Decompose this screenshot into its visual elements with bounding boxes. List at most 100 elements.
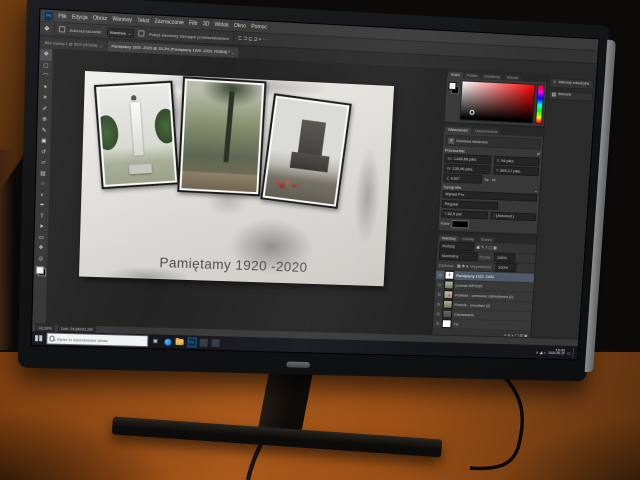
menu-obraz[interactable]: Obraz: [93, 15, 107, 22]
x-field[interactable]: X:94 piks.: [493, 156, 539, 166]
file-explorer-icon[interactable]: [175, 337, 184, 346]
panels-column: Kolor Próbki Gradienty Wzorki: [432, 69, 548, 338]
zoom-tool[interactable]: ◎: [35, 253, 47, 264]
marquee-tool[interactable]: ▢: [40, 60, 52, 71]
foreground-color[interactable]: [35, 266, 43, 274]
photoshop-taskbar-icon[interactable]: Ps: [187, 338, 196, 347]
layer-filter-select[interactable]: Rodzaj: [439, 241, 474, 251]
brush-tool[interactable]: ✎: [38, 125, 50, 136]
libraries-panel-button[interactable]: ▤ Biblioteki: [548, 90, 593, 102]
layer-thumbnail: T: [444, 271, 454, 280]
fill-field[interactable]: 100%: [495, 263, 517, 272]
angle-field[interactable]: ∠0,00°: [443, 173, 482, 183]
visibility-eye-icon[interactable]: ⊙: [437, 292, 442, 297]
layer-thumbnail: [444, 280, 454, 289]
color-picker-marker[interactable]: [469, 110, 474, 115]
menu-okno[interactable]: Okno: [234, 22, 246, 29]
color-swatches[interactable]: [35, 266, 46, 276]
blend-mode-select[interactable]: Normalny: [439, 251, 478, 261]
layer-filter-icons[interactable]: ▣ ✎ T ▢ ▦: [476, 244, 497, 250]
system-tray[interactable]: ∧ ◢ ♫ 15:43 2020-09-15 ▭: [535, 346, 575, 358]
canvas-area[interactable]: Pamiętamy 1920 -2020: [47, 49, 447, 335]
learn-panel-button[interactable]: ☼ Materiały edukacyjne: [549, 78, 594, 90]
lasso-tool[interactable]: ⌒: [40, 71, 52, 82]
autoselect-label: Autozaznaczanie:: [69, 27, 102, 34]
y-field[interactable]: Y:899,17 piks.: [493, 166, 539, 176]
blur-tool[interactable]: ○: [37, 179, 49, 190]
hue-slider[interactable]: [535, 84, 544, 124]
pinned-app-icon[interactable]: [211, 338, 220, 347]
autoselect-target-select[interactable]: Warstwa⌄: [107, 27, 135, 38]
fill-label: Wypełnienie:: [470, 264, 492, 270]
layer-thumbnail: [443, 290, 453, 299]
panel-color-swatches[interactable]: [447, 80, 460, 120]
lock-icons[interactable]: ▦ ✥ ●: [457, 263, 469, 268]
eraser-tool[interactable]: ▱: [37, 157, 49, 168]
leading-field[interactable]: ↕(Automat.): [490, 211, 536, 221]
text-color-label: Kolor: [441, 221, 450, 226]
menu-tekst[interactable]: Tekst: [137, 17, 149, 24]
menu-pomoc[interactable]: Pomoc: [251, 23, 267, 30]
shape-tool[interactable]: ▭: [35, 232, 47, 243]
font-size-field[interactable]: T62,5 pkt: [441, 209, 488, 219]
menu-plik[interactable]: Plik: [58, 13, 67, 20]
taskbar-clock[interactable]: 15:43 2020-09-15: [548, 348, 565, 356]
taskbar-search-input[interactable]: Wpisz tu wyszukiwane słowa: [46, 332, 148, 347]
menu-3d[interactable]: 3D: [203, 21, 210, 28]
layers-panel-body: Rodzaj ▣ ✎ T ▢ ▦ Normalny Krycie: 100% Z…: [432, 241, 536, 342]
hand-tool[interactable]: ❖: [35, 243, 47, 254]
close-icon[interactable]: ×: [100, 43, 103, 48]
visibility-eye-icon[interactable]: ⊙: [435, 311, 440, 316]
clone-stamp-tool[interactable]: ▣: [38, 136, 50, 147]
width-field[interactable]: Sz:1436,68 piks.: [444, 153, 491, 163]
action-center-icon[interactable]: ▭: [567, 350, 571, 355]
path-select-tool[interactable]: ➤: [36, 222, 48, 233]
foreground-color[interactable]: [448, 82, 456, 90]
chevron-down-icon: ⌄: [534, 187, 538, 192]
reset-icon[interactable]: ↺: [537, 152, 541, 157]
ratio-lock-label[interactable]: Sz : W: [484, 177, 496, 182]
type-tool[interactable]: T: [36, 211, 48, 222]
visibility-eye-icon[interactable]: ⊙: [438, 272, 443, 277]
start-button[interactable]: [34, 334, 43, 343]
task-view-button[interactable]: ▣: [151, 337, 160, 346]
height-field[interactable]: W:135,96 piks.: [444, 163, 491, 173]
menu-widok[interactable]: Widok: [214, 21, 228, 28]
menu-warstwy[interactable]: Warstwy: [112, 16, 132, 23]
divider: [233, 34, 234, 42]
edge-browser-icon[interactable]: [163, 337, 172, 346]
font-style-select[interactable]: Regular: [442, 199, 499, 210]
opacity-field[interactable]: 100%: [494, 253, 516, 262]
crop-tool[interactable]: ⌗: [39, 93, 51, 104]
layer-thumbnail: [443, 300, 453, 309]
photo-obelisk-monument: [94, 81, 180, 190]
show-transform-checkbox[interactable]: [139, 30, 145, 37]
pinned-app-icon[interactable]: [199, 338, 208, 347]
visibility-eye-icon[interactable]: ⊙: [437, 282, 442, 287]
align-icons[interactable]: ⊏ ⊐ ⊑ ⊒ ≡ ⋯: [238, 35, 267, 43]
quick-select-tool[interactable]: ✶: [39, 82, 51, 93]
photo-park-monument: [177, 76, 266, 196]
menu-edycja[interactable]: Edycja: [72, 14, 88, 21]
tray-icons[interactable]: ∧ ◢ ♫: [536, 349, 546, 354]
color-field[interactable]: [459, 80, 535, 123]
pen-tool[interactable]: ✒: [36, 200, 48, 211]
healing-tool[interactable]: ⊕: [39, 114, 51, 125]
text-color-swatch[interactable]: [452, 220, 470, 228]
move-tool[interactable]: ✥: [40, 49, 52, 60]
document-canvas[interactable]: Pamiętamy 1920 -2020: [79, 71, 394, 286]
menu-zaznaczanie[interactable]: Zaznaczanie: [155, 18, 185, 26]
search-icon: [49, 336, 55, 342]
menu-filtr[interactable]: Filtr: [189, 20, 198, 27]
dodge-tool[interactable]: ◐: [37, 190, 49, 201]
eyedropper-tool[interactable]: ✐: [39, 103, 51, 114]
show-desktop-button[interactable]: [572, 347, 576, 358]
close-icon[interactable]: ×: [232, 50, 235, 55]
visibility-eye-icon[interactable]: ⊙: [435, 321, 440, 326]
gradient-tool[interactable]: ▨: [37, 168, 49, 179]
autoselect-checkbox[interactable]: [59, 26, 65, 33]
photo-stone-monument: [260, 93, 352, 209]
history-brush-tool[interactable]: ↺: [38, 147, 50, 158]
monitor-logo: [286, 361, 310, 367]
visibility-eye-icon[interactable]: ⊙: [436, 302, 441, 307]
